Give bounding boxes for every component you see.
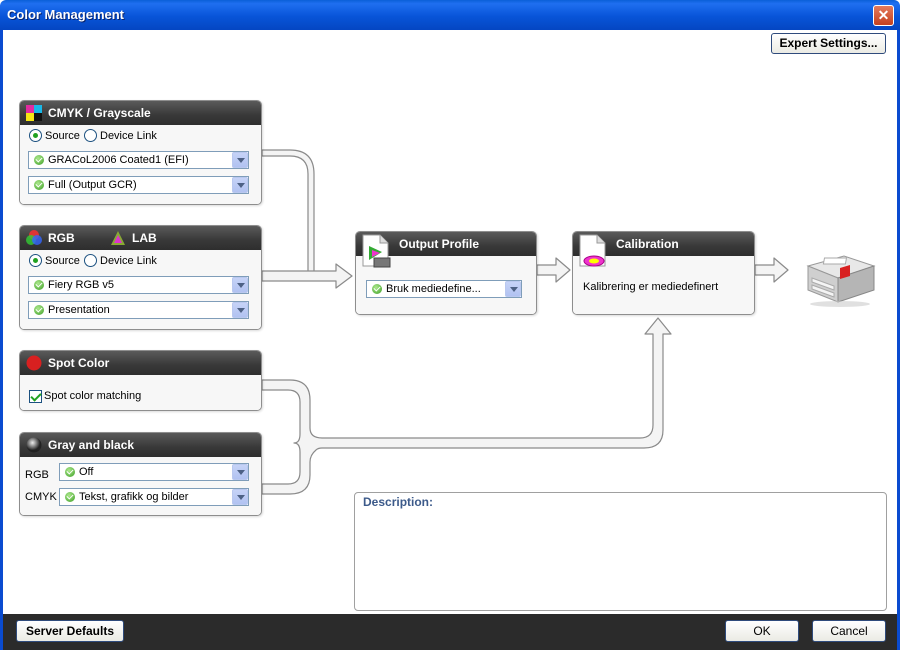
gray-rgb-select[interactable]: Off <box>59 463 249 481</box>
ok-check-icon <box>34 155 44 165</box>
chevron-down-icon[interactable] <box>505 281 521 297</box>
spot-color-panel-title: Spot Color <box>48 356 110 370</box>
chevron-down-icon[interactable] <box>232 177 248 193</box>
rgb-source-profile-select[interactable]: Fiery RGB v5 <box>28 276 249 294</box>
gray-black-panel: Gray and black RGB Off CMYK Tekst, grafi… <box>19 432 262 516</box>
spot-color-panel: Spot Color Spot color matching <box>19 350 262 411</box>
calibration-panel-title: Calibration <box>616 237 679 251</box>
gray-black-panel-body: RGB Off CMYK Tekst, grafikk og bilder <box>20 457 261 515</box>
gray-black-panel-header: Gray and black <box>20 433 261 457</box>
rgb-icon <box>26 230 42 245</box>
lab-icon <box>111 231 125 245</box>
rgb-rendering-select[interactable]: Presentation <box>28 301 249 319</box>
rgb-panel-title: RGB <box>48 231 75 245</box>
cmyk-icon <box>26 105 42 121</box>
ok-check-icon <box>372 284 382 294</box>
server-defaults-button[interactable]: Server Defaults <box>16 620 124 642</box>
cmyk-panel-header: CMYK / Grayscale <box>20 101 261 125</box>
chevron-down-icon[interactable] <box>232 302 248 318</box>
cmyk-panel-body: Source Device Link GRACoL2006 Coated1 (E… <box>20 125 261 204</box>
chevron-down-icon[interactable] <box>232 489 248 505</box>
spot-color-panel-body: Spot color matching <box>20 375 261 410</box>
description-label: Description: <box>363 495 434 509</box>
rgb-panel-header: RGB LAB <box>20 226 261 250</box>
chevron-down-icon[interactable] <box>232 464 248 480</box>
gray-cmyk-label: CMYK <box>25 491 57 503</box>
printer-icon <box>806 255 876 307</box>
cmyk-device-link-radio[interactable]: Device Link <box>84 129 157 142</box>
lab-panel-title: LAB <box>132 231 157 245</box>
chevron-down-icon[interactable] <box>232 152 248 168</box>
rgb-device-link-radio[interactable]: Device Link <box>84 254 157 267</box>
expert-settings-label: Expert Settings... <box>779 36 878 50</box>
cmyk-source-radio[interactable]: Source <box>29 129 80 142</box>
chevron-down-icon[interactable] <box>232 277 248 293</box>
ok-check-icon <box>34 305 44 315</box>
output-profile-select[interactable]: Bruk mediedefine... <box>366 280 522 298</box>
spot-color-icon <box>26 355 42 371</box>
ok-check-icon <box>65 492 75 502</box>
rgb-source-radio[interactable]: Source <box>29 254 80 267</box>
description-box: Description: <box>354 492 887 611</box>
gray-black-panel-title: Gray and black <box>48 438 135 452</box>
gray-rgb-label: RGB <box>25 469 49 481</box>
calibration-icon <box>579 234 606 267</box>
output-profile-panel-title: Output Profile <box>399 237 479 251</box>
gray-cmyk-select[interactable]: Tekst, grafikk og bilder <box>59 488 249 506</box>
cmyk-panel-title: CMYK / Grayscale <box>48 106 151 120</box>
cmyk-source-profile-select[interactable]: GRACoL2006 Coated1 (EFI) <box>28 151 249 169</box>
spot-color-panel-header: Spot Color <box>20 351 261 375</box>
calibration-status-text: Kalibrering er mediedefinert <box>583 281 719 293</box>
cmyk-gcr-select[interactable]: Full (Output GCR) <box>28 176 249 194</box>
cmyk-panel: CMYK / Grayscale Source Device Link GRAC… <box>19 100 262 205</box>
gray-black-icon <box>26 437 42 453</box>
rgb-panel-body: Source Device Link Fiery RGB v5 Presenta… <box>20 250 261 329</box>
cancel-button[interactable]: Cancel <box>812 620 886 642</box>
spot-color-matching-checkbox[interactable] <box>29 390 42 403</box>
ok-check-icon <box>65 467 75 477</box>
ok-check-icon <box>34 180 44 190</box>
expert-settings-button[interactable]: Expert Settings... <box>771 33 886 54</box>
ok-check-icon <box>34 280 44 290</box>
output-profile-icon <box>362 234 391 268</box>
rgb-panel: RGB LAB Source Device Link Fiery RGB v5 … <box>19 225 262 330</box>
ok-button[interactable]: OK <box>725 620 799 642</box>
spot-color-matching-label: Spot color matching <box>44 390 142 402</box>
